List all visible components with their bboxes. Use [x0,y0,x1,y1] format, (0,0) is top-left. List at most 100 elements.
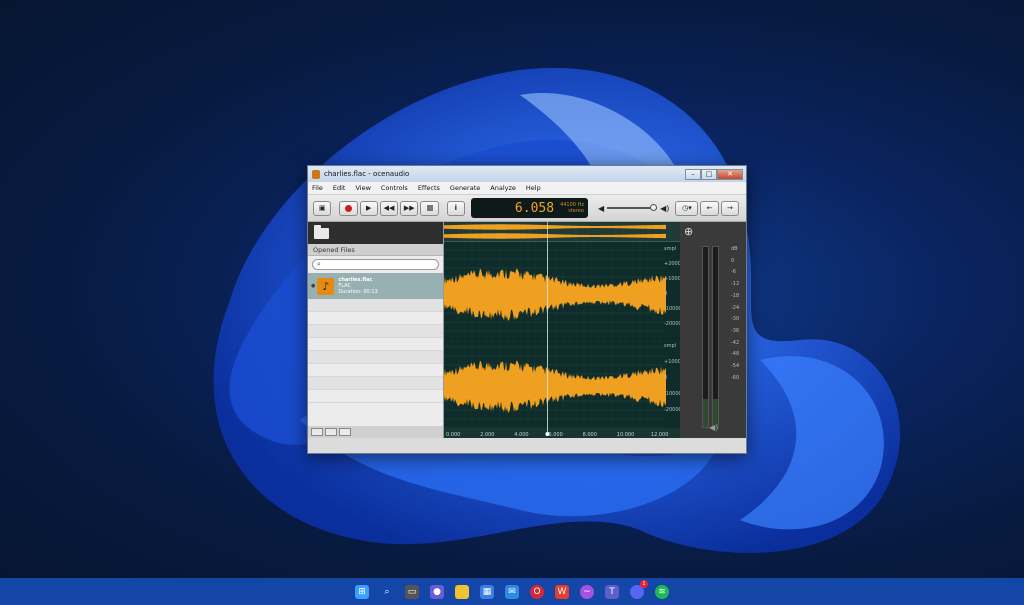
window-title: charlies.flac - ocenaudio [324,170,410,178]
y-tick-label: 0 [664,291,667,297]
notification-badge: 1 [640,579,648,588]
chat-icon[interactable]: ● [430,584,444,599]
x-tick-label: 8.000 [583,432,597,438]
volume-low-icon: ◀ [597,203,605,213]
y-tick-label: 0 [664,375,667,381]
volume-slider[interactable] [607,204,658,211]
ocenaudio-window: charlies.flac - ocenaudio – □ ✕ File Edi… [307,165,747,454]
history-button[interactable]: ◷▾ [675,200,699,216]
menu-controls[interactable]: Controls [381,184,408,192]
file-browser-panel: Opened Files ⌕ ● ♪ charlies.flac FLAC Du… [308,222,444,438]
menu-view[interactable]: View [355,184,370,192]
x-tick-label: 0.000 [446,432,460,438]
menu-bar: File Edit View Controls Effects Generate… [308,182,746,195]
info-button[interactable]: i [446,200,465,216]
opera-icon[interactable]: O [530,584,544,599]
list-view-button[interactable] [311,428,323,436]
menu-file[interactable]: File [312,184,323,192]
search-icon[interactable]: ⌕ [380,585,394,599]
close-button[interactable]: ✕ [717,168,743,180]
record-icon [344,204,352,212]
title-bar: charlies.flac - ocenaudio – □ ✕ [308,166,746,182]
menu-analyze[interactable]: Analyze [490,184,516,192]
opened-files-header: Opened Files [308,244,443,256]
current-time: 6.058 [514,200,555,216]
level-meter-left [702,246,709,428]
grid-view-button[interactable] [339,428,351,436]
waveform-overview[interactable] [444,222,680,242]
bullet-icon: ● [311,283,316,289]
toolbar: ▣ ▶ ◀◀ ▶▶ i 6.058 44100 Hz stereo ◀ ◀) ◷… [308,195,746,222]
clock-icon: ◷▾ [682,204,692,212]
search-icon: ⌕ [317,260,321,268]
forward-button[interactable]: → [720,200,740,216]
x-tick-label: 10.000 [617,432,635,438]
y-tick-label: -10000 [664,306,680,312]
menu-effects[interactable]: Effects [418,184,440,192]
level-meter-right [712,246,719,428]
y-tick-label: -20000 [664,407,680,413]
y-tick-label: smpl [664,246,676,252]
x-tick-label: 6.000 [548,432,562,438]
waveform-editor[interactable]: smpl +20000 +10000 0 -10000 -20000 smpl +10000 0… [444,222,680,438]
discord-icon[interactable]: 1 [630,579,648,599]
file-item[interactable]: ● ♪ charlies.flac FLAC Duration: 00:13 [308,273,443,299]
folder-icon[interactable] [314,224,329,239]
mail-icon[interactable]: ✉ [505,584,519,599]
play-button[interactable]: ▶ [359,200,378,216]
y-tick-label: -10000 [664,391,680,397]
mute-speaker-icon[interactable]: ◀) [709,423,718,432]
waveform-view[interactable]: smpl +20000 +10000 0 -10000 -20000 smpl +10000 0… [444,242,680,438]
rewind-icon: ◀◀ [383,204,395,212]
detail-view-button[interactable] [325,428,337,436]
new-window-button[interactable]: ▣ [313,200,332,216]
overview-channel-right [444,233,666,239]
volume-high-icon: ◀) [660,203,670,213]
db-scale: dB 0 -6 -12 -18 -24 -30 -36 -42 -48 -54 -60 [731,246,740,381]
stop-icon [426,205,433,211]
menu-generate[interactable]: Generate [450,184,480,192]
y-tick-label: -20000 [664,321,680,327]
volume-control: ◀ ◀) [598,204,669,213]
minimize-button[interactable]: – [685,168,701,180]
fast-forward-button[interactable]: ▶▶ [400,200,419,216]
record-button[interactable] [339,200,358,216]
channel-mode: stereo [568,208,584,214]
y-tick-label: +10000 [664,359,680,365]
ocenaudio-app-icon [312,169,320,179]
stop-button[interactable] [420,200,439,216]
fast-forward-icon: ▶▶ [403,204,415,212]
x-tick-label: 2.000 [480,432,494,438]
menu-help[interactable]: Help [526,184,541,192]
file-explorer-icon[interactable] [455,584,469,599]
rewind-button[interactable]: ◀◀ [379,200,399,216]
messenger-icon[interactable]: ~ [580,584,594,599]
volume-knob[interactable] [650,204,658,211]
play-icon: ▶ [366,204,372,212]
arrow-right-icon: → [726,204,733,212]
task-view-icon[interactable]: ▭ [405,584,419,599]
level-meters: ⊕ dB 0 -6 -12 -18 -24 -30 -36 -42 -48 -54 -60 … [680,222,746,438]
x-tick-label: 4.000 [514,432,528,438]
info-icon: i [454,204,458,212]
spotify-icon[interactable]: ≋ [655,584,669,599]
y-tick-label: smpl [664,343,676,349]
x-tick-label: 12.000 [651,432,669,438]
file-search-input[interactable]: ⌕ [312,259,439,270]
back-button[interactable]: ← [700,200,719,216]
menu-edit[interactable]: Edit [333,184,346,192]
maximize-button[interactable]: □ [701,168,717,180]
windows-start-icon[interactable]: ⊞ [355,584,369,599]
music-note-icon: ♪ [317,277,335,295]
y-tick-label: +20000 [664,261,680,267]
overview-channel-left [444,224,666,230]
zoom-icon[interactable]: ⊕ [684,225,693,238]
taskbar: ⊞ ⌕ ▭ ● ▦ ✉ O W ~ T 1 ≋ [0,578,1024,605]
teams-icon[interactable]: T [605,584,619,599]
office-icon[interactable]: W [555,584,569,599]
file-duration: Duration: 00:13 [338,289,378,295]
playhead-handle [545,432,550,436]
y-tick-label: +10000 [664,276,680,282]
time-display: 6.058 44100 Hz stereo [470,198,588,218]
store-icon[interactable]: ▦ [480,584,494,599]
